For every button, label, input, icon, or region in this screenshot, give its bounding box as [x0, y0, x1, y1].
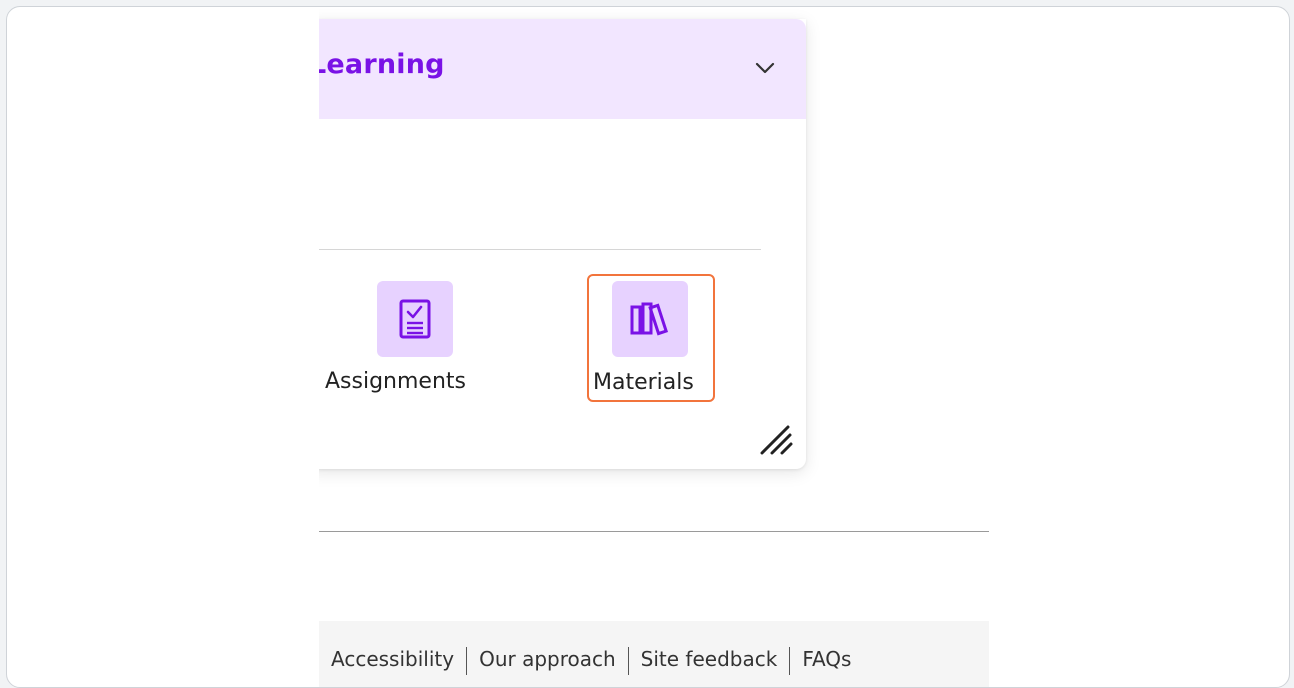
assignment-checklist-icon — [399, 299, 431, 339]
assignments-icon-box — [377, 281, 453, 357]
page-divider — [319, 531, 989, 532]
footer-link-site-feedback[interactable]: Site feedback — [629, 647, 790, 671]
footer-link-our-approach[interactable]: Our approach — [467, 647, 628, 671]
assignments-tile[interactable]: Assignments — [319, 281, 466, 401]
learning-widget: Learning Assignments Materials — [319, 19, 806, 469]
materials-label: Materials — [593, 370, 694, 395]
materials-tile[interactable]: Materials — [587, 274, 715, 402]
books-icon — [630, 302, 669, 336]
widget-header[interactable]: Learning — [319, 19, 806, 119]
chevron-down-icon[interactable] — [754, 57, 776, 79]
page-viewport: Learning Assignments Materials Accessibi… — [319, 7, 989, 687]
resize-handle-icon[interactable] — [758, 421, 794, 457]
widget-title: Learning — [319, 49, 445, 80]
materials-icon-box — [612, 281, 688, 357]
screenshot-frame: Learning Assignments Materials Accessibi… — [6, 6, 1290, 688]
footer-link-accessibility[interactable]: Accessibility — [319, 647, 466, 671]
assignments-label: Assignments — [325, 369, 466, 394]
footer-link-faqs[interactable]: FAQs — [790, 647, 863, 671]
footer-links: Accessibility Our approach Site feedback… — [319, 647, 863, 687]
widget-divider — [319, 249, 761, 250]
